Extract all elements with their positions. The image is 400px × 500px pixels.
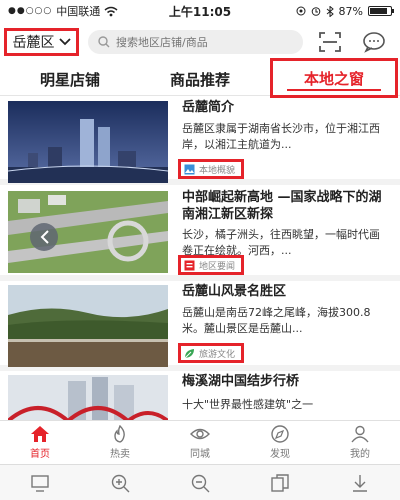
- nav-label: 首页: [30, 449, 50, 460]
- download-icon[interactable]: [349, 472, 371, 494]
- bluetooth-icon: [326, 5, 334, 17]
- tab-local-window[interactable]: 本地之窗: [270, 58, 398, 98]
- list-item[interactable]: 梅溪湖中国结步行桥 十大"世界最性感建筑"之一: [0, 371, 400, 420]
- list-item[interactable]: 岳麓简介 岳麓区隶属于湖南省长沙市，位于湘江西岸，以湘江主航道为... 本地概貌: [0, 97, 400, 185]
- nav-discover[interactable]: 发现: [240, 421, 320, 464]
- wifi-icon: [104, 6, 118, 16]
- article-description: 岳麓山是南岳72峰之尾峰，海拔300.8米。麓山景区是岳麓山...: [182, 306, 371, 335]
- search-header: 岳麓区: [0, 22, 400, 62]
- image-icon: [184, 164, 195, 174]
- user-icon: [351, 425, 369, 443]
- nav-label: 发现: [270, 449, 290, 460]
- search-input[interactable]: [116, 35, 296, 49]
- battery-percent: 87%: [338, 4, 363, 18]
- zoom-in-icon[interactable]: [109, 472, 131, 494]
- zoom-out-icon[interactable]: [189, 472, 211, 494]
- screen-icon[interactable]: [29, 472, 51, 494]
- article-tag-label: 本地概貌: [199, 165, 236, 176]
- article-description: 十大"世界最性感建筑"之一: [182, 398, 314, 411]
- nav-label: 我的: [350, 449, 370, 460]
- nav-profile[interactable]: 我的: [320, 421, 400, 464]
- tab-label: 商品推荐: [169, 70, 230, 89]
- article-title: 岳麓山风景名胜区: [182, 284, 287, 299]
- bottom-nav: 首页 热卖 同城 发现 我的: [0, 420, 400, 464]
- leaf-icon: [184, 348, 194, 358]
- tab-label: 明星店铺: [39, 70, 100, 89]
- flame-icon: [114, 425, 125, 443]
- tab-recommended[interactable]: 商品推荐: [140, 62, 260, 96]
- article-tag[interactable]: 地区要闻: [178, 255, 245, 275]
- scan-icon[interactable]: [318, 31, 342, 53]
- article-thumbnail: [8, 285, 168, 367]
- signal-strength: ●●○○○: [8, 6, 53, 16]
- battery-icon: [368, 6, 394, 16]
- nav-hot-sale[interactable]: 热卖: [80, 421, 160, 464]
- carrier-name: 中国联通: [56, 5, 101, 18]
- article-title: 中部崛起新高地 —国家战略下的湖南湘江新区新探: [182, 190, 382, 222]
- city-name: 岳麓区: [12, 35, 55, 51]
- nav-label: 热卖: [110, 449, 130, 460]
- list-item[interactable]: 岳麓山风景名胜区 岳麓山是南岳72峰之尾峰，海拔300.8米。麓山景区是岳麓山.…: [0, 281, 400, 371]
- home-icon: [31, 426, 49, 442]
- nav-local[interactable]: 同城: [160, 421, 240, 464]
- article-thumbnail: [8, 191, 168, 273]
- copy-icon[interactable]: [269, 472, 291, 494]
- browser-toolbar: [0, 464, 400, 500]
- eye-icon: [190, 428, 210, 440]
- category-tabs: 明星店铺 商品推荐 本地之窗: [0, 58, 400, 98]
- article-tag[interactable]: 旅游文化: [178, 343, 245, 363]
- article-description: 岳麓区隶属于湖南省长沙市，位于湘江西岸，以湘江主航道为...: [182, 122, 380, 151]
- search-bar[interactable]: [88, 30, 303, 54]
- search-icon: [98, 36, 110, 48]
- alarm-icon: [311, 7, 320, 16]
- city-selector[interactable]: 岳麓区: [4, 28, 79, 56]
- tab-label: 本地之窗: [303, 69, 364, 88]
- article-tag-label: 地区要闻: [199, 261, 236, 272]
- article-thumbnail: [8, 375, 168, 420]
- active-tab-indicator: [287, 89, 381, 91]
- list-item[interactable]: 中部崛起新高地 —国家战略下的湖南湘江新区新探 长沙，橘子洲头，往西眺望，一幅时…: [0, 185, 400, 281]
- message-icon[interactable]: [362, 31, 386, 53]
- tab-star-shops[interactable]: 明星店铺: [10, 62, 130, 96]
- article-thumbnail: [8, 101, 168, 183]
- article-tag-label: 旅游文化: [199, 349, 236, 360]
- nav-label: 同城: [190, 449, 210, 460]
- status-bar: ●●○○○ 中国联通 上午11:05 87%: [0, 0, 400, 22]
- chevron-down-icon: [58, 38, 71, 46]
- news-icon: [184, 260, 195, 270]
- compass-icon: [271, 425, 289, 443]
- article-tag[interactable]: 本地概貌: [178, 159, 245, 179]
- article-title: 梅溪湖中国结步行桥: [182, 374, 300, 389]
- location-icon: [296, 6, 306, 16]
- nav-home[interactable]: 首页: [0, 421, 80, 464]
- article-title: 岳麓简介: [182, 100, 235, 115]
- clock: 上午11:05: [168, 4, 232, 19]
